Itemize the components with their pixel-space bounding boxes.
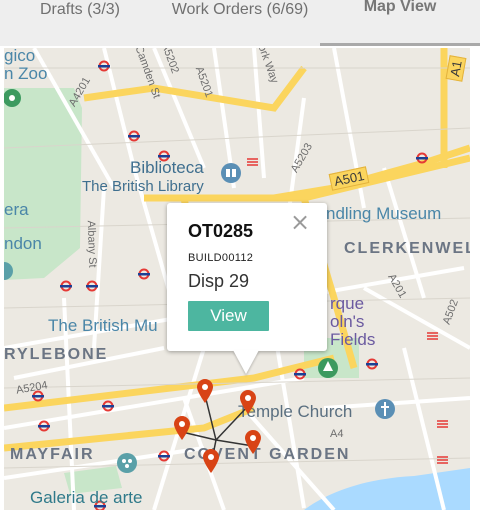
work-order-marker[interactable] <box>202 448 220 474</box>
map-pin-icon <box>174 416 190 440</box>
map-pin-icon <box>240 390 256 414</box>
work-order-marker[interactable] <box>244 429 262 455</box>
disp-label: Disp 29 <box>188 271 250 291</box>
view-button[interactable]: View <box>188 301 269 331</box>
map-pin-icon <box>197 379 213 403</box>
close-icon[interactable]: × <box>290 210 310 234</box>
info-window-tail <box>233 350 259 374</box>
map-pin-icon <box>245 430 261 454</box>
map-pin-icon <box>203 449 219 473</box>
work-order-marker[interactable] <box>173 415 191 441</box>
building-code: BUILD00112 <box>188 252 254 264</box>
work-order-marker[interactable] <box>196 378 214 404</box>
work-order-id: OT0285 <box>188 221 254 241</box>
work-order-marker[interactable] <box>239 389 257 415</box>
